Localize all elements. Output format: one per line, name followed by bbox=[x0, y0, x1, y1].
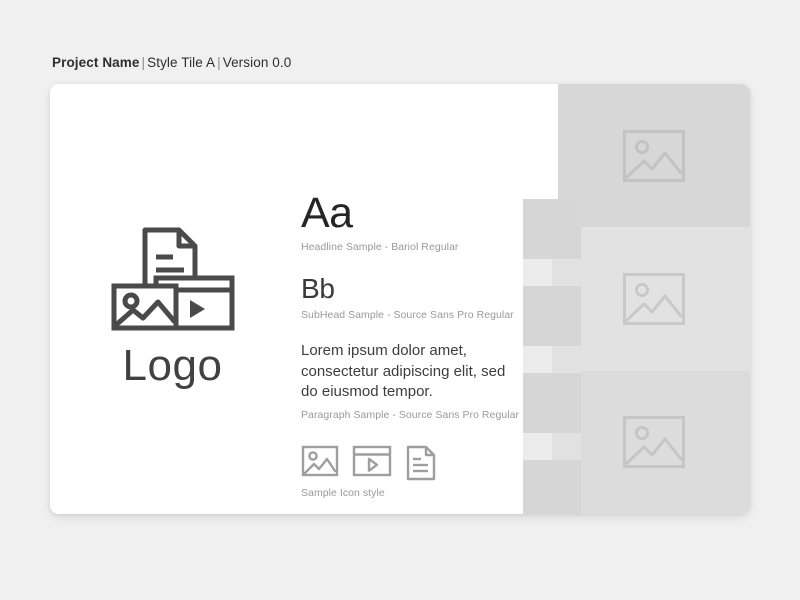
image-placeholder-icon bbox=[623, 129, 685, 182]
palette-swatch-light-2 bbox=[523, 346, 552, 373]
page-header: Project Name | Style Tile A | Version 0.0 bbox=[52, 55, 291, 70]
palette-swatch-pair-1 bbox=[523, 259, 581, 286]
palette-swatch-light-1 bbox=[523, 259, 552, 286]
color-palette bbox=[523, 199, 581, 514]
palette-swatch-mid-1 bbox=[552, 259, 581, 286]
palette-swatch-pair-2 bbox=[523, 346, 581, 373]
tile-name-label: Style Tile A bbox=[147, 55, 216, 70]
style-tile-card: Logo Aa Headline Sample - Bariol Regular… bbox=[50, 84, 750, 514]
palette-swatch-primary-4 bbox=[523, 460, 581, 514]
header-separator-1: | bbox=[141, 55, 146, 70]
paragraph-caption: Paragraph Sample - Source Sans Pro Regul… bbox=[301, 409, 520, 422]
version-label: Version 0.0 bbox=[222, 55, 292, 70]
paragraph-sample: Lorem ipsum dolor amet, consectetur adip… bbox=[301, 342, 506, 401]
style-tile-left-panel: Logo Aa Headline Sample - Bariol Regular… bbox=[50, 84, 581, 514]
typography-column: Aa Headline Sample - Bariol Regular Bb S… bbox=[301, 189, 520, 514]
image-placeholder-icon bbox=[623, 272, 685, 325]
project-name-label: Project Name bbox=[52, 55, 140, 70]
headline-sample: Aa bbox=[301, 189, 353, 237]
palette-swatch-primary-3 bbox=[523, 373, 581, 433]
palette-swatch-light-3 bbox=[523, 433, 552, 460]
image-placeholder-icon bbox=[623, 416, 685, 469]
header-separator-2: | bbox=[217, 55, 221, 70]
palette-swatch-primary-1 bbox=[523, 199, 581, 259]
image-placeholder-cell-2 bbox=[558, 227, 750, 371]
icon-style-caption: Sample Icon style bbox=[301, 487, 385, 500]
palette-swatch-mid-3 bbox=[552, 433, 581, 460]
logo-composite-icon bbox=[111, 227, 234, 331]
image-icon bbox=[301, 445, 339, 477]
video-player-icon bbox=[352, 445, 392, 477]
image-placeholder-cell-1 bbox=[558, 84, 750, 228]
subhead-sample: Bb bbox=[301, 273, 335, 304]
image-placeholder-panel bbox=[558, 84, 750, 514]
palette-swatch-pair-3 bbox=[523, 433, 581, 460]
document-icon bbox=[406, 445, 436, 481]
palette-swatch-primary-2 bbox=[523, 286, 581, 346]
logo-wordmark: Logo bbox=[122, 341, 223, 390]
logo-block: Logo bbox=[50, 84, 295, 514]
headline-caption: Headline Sample - Bariol Regular bbox=[301, 241, 459, 253]
palette-swatch-mid-2 bbox=[552, 346, 581, 373]
subhead-caption: SubHead Sample - Source Sans Pro Regular bbox=[301, 309, 514, 321]
image-placeholder-cell-3 bbox=[558, 370, 750, 514]
icon-style-row bbox=[301, 445, 516, 481]
